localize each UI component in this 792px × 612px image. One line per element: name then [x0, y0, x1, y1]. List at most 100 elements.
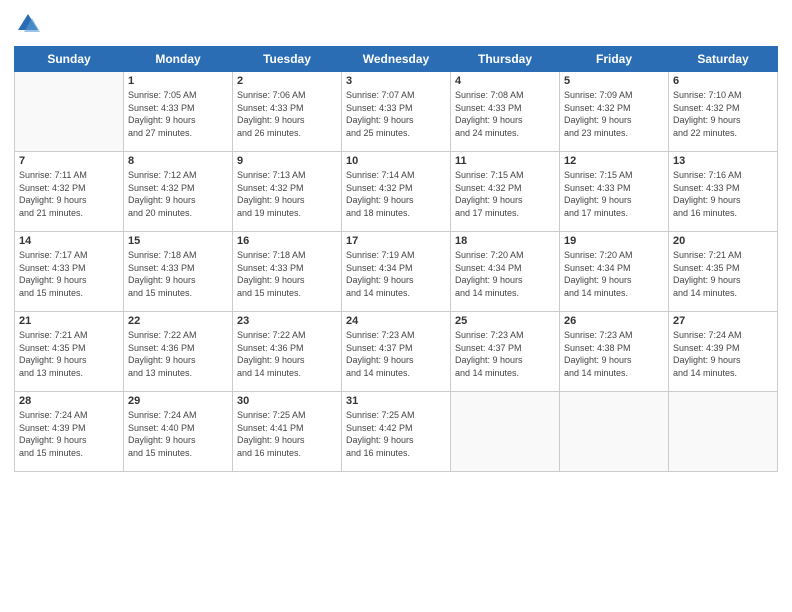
calendar-day-4: 4 Sunrise: 7:08 AM Sunset: 4:33 PM Daylig… — [451, 72, 560, 152]
calendar-header-wednesday: Wednesday — [342, 47, 451, 72]
calendar-week-1: 1 Sunrise: 7:05 AM Sunset: 4:33 PM Daylig… — [15, 72, 778, 152]
calendar-day-28: 28Sunrise: 7:24 AM Sunset: 4:39 PM Dayli… — [15, 392, 124, 472]
day-number: 5 — [564, 75, 664, 87]
calendar-day-19: 19 Sunrise: 7:20 AM Sunset: 4:34 PM Dayli… — [560, 232, 669, 312]
calendar-day-20: 20 Sunrise: 7:21 AM Sunset: 4:35 PM Dayli… — [669, 232, 778, 312]
calendar-day-8: 8 Sunrise: 7:12 AM Sunset: 4:32 PM Daylig… — [124, 152, 233, 232]
day-info: Sunrise: 7:23 AM Sunset: 4:37 PM Dayligh… — [455, 329, 555, 379]
day-number: 18 — [455, 235, 555, 247]
day-number: 10 — [346, 155, 446, 167]
calendar-day-11: 11Sunrise: 7:15 AM Sunset: 4:32 PM Dayli… — [451, 152, 560, 232]
calendar-day-18: 18 Sunrise: 7:20 AM Sunset: 4:34 PM Dayli… — [451, 232, 560, 312]
day-number: 21 — [19, 315, 119, 327]
calendar-day-31: 31 Sunrise: 7:25 AM Sunset: 4:42 PM Dayli… — [342, 392, 451, 472]
day-number: 1 — [128, 75, 228, 87]
day-number: 7 — [19, 155, 119, 167]
calendar-day-16: 16 Sunrise: 7:18 AM Sunset: 4:33 PM Dayli… — [233, 232, 342, 312]
calendar-day-17: 17Sunrise: 7:19 AM Sunset: 4:34 PM Dayli… — [342, 232, 451, 312]
day-number: 12 — [564, 155, 664, 167]
day-number: 28 — [19, 395, 119, 407]
day-info: Sunrise: 7:14 AM Sunset: 4:32 PM Dayligh… — [346, 169, 446, 219]
day-info: Sunrise: 7:23 AM Sunset: 4:38 PM Dayligh… — [564, 329, 664, 379]
day-number: 22 — [128, 315, 228, 327]
calendar-header-friday: Friday — [560, 47, 669, 72]
calendar-header-tuesday: Tuesday — [233, 47, 342, 72]
calendar-day-27: 27 Sunrise: 7:24 AM Sunset: 4:39 PM Dayli… — [669, 312, 778, 392]
day-info: Sunrise: 7:10 AM Sunset: 4:32 PM Dayligh… — [673, 89, 773, 139]
calendar-table: SundayMondayTuesdayWednesdayThursdayFrid… — [14, 46, 778, 472]
calendar-day-7: 7 Sunrise: 7:11 AM Sunset: 4:32 PM Daylig… — [15, 152, 124, 232]
day-info: Sunrise: 7:24 AM Sunset: 4:40 PM Dayligh… — [128, 409, 228, 459]
day-info: Sunrise: 7:07 AM Sunset: 4:33 PM Dayligh… — [346, 89, 446, 139]
day-number: 19 — [564, 235, 664, 247]
day-info: Sunrise: 7:17 AM Sunset: 4:33 PM Dayligh… — [19, 249, 119, 299]
day-info: Sunrise: 7:21 AM Sunset: 4:35 PM Dayligh… — [673, 249, 773, 299]
calendar-day-21: 21Sunrise: 7:21 AM Sunset: 4:35 PM Dayli… — [15, 312, 124, 392]
day-number: 24 — [346, 315, 446, 327]
calendar-day-3: 3 Sunrise: 7:07 AM Sunset: 4:33 PM Daylig… — [342, 72, 451, 152]
logo — [14, 10, 46, 38]
calendar-day-5: 5 Sunrise: 7:09 AM Sunset: 4:32 PM Daylig… — [560, 72, 669, 152]
day-info: Sunrise: 7:06 AM Sunset: 4:33 PM Dayligh… — [237, 89, 337, 139]
day-number: 8 — [128, 155, 228, 167]
day-info: Sunrise: 7:15 AM Sunset: 4:33 PM Dayligh… — [564, 169, 664, 219]
day-info: Sunrise: 7:09 AM Sunset: 4:32 PM Dayligh… — [564, 89, 664, 139]
calendar-day-2: 2 Sunrise: 7:06 AM Sunset: 4:33 PM Daylig… — [233, 72, 342, 152]
header — [14, 10, 778, 38]
calendar-day-30: 30Sunrise: 7:25 AM Sunset: 4:41 PM Dayli… — [233, 392, 342, 472]
day-info: Sunrise: 7:20 AM Sunset: 4:34 PM Dayligh… — [564, 249, 664, 299]
calendar-header-thursday: Thursday — [451, 47, 560, 72]
day-number: 31 — [346, 395, 446, 407]
day-number: 23 — [237, 315, 337, 327]
day-number: 4 — [455, 75, 555, 87]
day-info: Sunrise: 7:18 AM Sunset: 4:33 PM Dayligh… — [128, 249, 228, 299]
day-info: Sunrise: 7:24 AM Sunset: 4:39 PM Dayligh… — [673, 329, 773, 379]
day-info: Sunrise: 7:20 AM Sunset: 4:34 PM Dayligh… — [455, 249, 555, 299]
day-info: Sunrise: 7:08 AM Sunset: 4:33 PM Dayligh… — [455, 89, 555, 139]
day-info: Sunrise: 7:25 AM Sunset: 4:42 PM Dayligh… — [346, 409, 446, 459]
day-number: 16 — [237, 235, 337, 247]
calendar-day-empty — [560, 392, 669, 472]
calendar-day-29: 29 Sunrise: 7:24 AM Sunset: 4:40 PM Dayli… — [124, 392, 233, 472]
calendar-day-13: 13 Sunrise: 7:16 AM Sunset: 4:33 PM Dayli… — [669, 152, 778, 232]
day-info: Sunrise: 7:22 AM Sunset: 4:36 PM Dayligh… — [237, 329, 337, 379]
day-number: 26 — [564, 315, 664, 327]
day-number: 20 — [673, 235, 773, 247]
day-info: Sunrise: 7:15 AM Sunset: 4:32 PM Dayligh… — [455, 169, 555, 219]
day-number: 27 — [673, 315, 773, 327]
calendar-week-2: 7 Sunrise: 7:11 AM Sunset: 4:32 PM Daylig… — [15, 152, 778, 232]
calendar-day-6: 6Sunrise: 7:10 AM Sunset: 4:32 PM Daylig… — [669, 72, 778, 152]
day-number: 15 — [128, 235, 228, 247]
calendar-day-9: 9Sunrise: 7:13 AM Sunset: 4:32 PM Daylig… — [233, 152, 342, 232]
day-info: Sunrise: 7:11 AM Sunset: 4:32 PM Dayligh… — [19, 169, 119, 219]
day-number: 3 — [346, 75, 446, 87]
day-number: 13 — [673, 155, 773, 167]
calendar-day-empty — [451, 392, 560, 472]
day-info: Sunrise: 7:18 AM Sunset: 4:33 PM Dayligh… — [237, 249, 337, 299]
day-info: Sunrise: 7:25 AM Sunset: 4:41 PM Dayligh… — [237, 409, 337, 459]
calendar-header-saturday: Saturday — [669, 47, 778, 72]
day-number: 14 — [19, 235, 119, 247]
calendar-day-12: 12 Sunrise: 7:15 AM Sunset: 4:33 PM Dayli… — [560, 152, 669, 232]
calendar-header-monday: Monday — [124, 47, 233, 72]
calendar-day-23: 23 Sunrise: 7:22 AM Sunset: 4:36 PM Dayli… — [233, 312, 342, 392]
calendar-day-14: 14 Sunrise: 7:17 AM Sunset: 4:33 PM Dayli… — [15, 232, 124, 312]
calendar-day-empty — [15, 72, 124, 152]
day-number: 29 — [128, 395, 228, 407]
calendar-day-25: 25Sunrise: 7:23 AM Sunset: 4:37 PM Dayli… — [451, 312, 560, 392]
calendar-week-5: 28Sunrise: 7:24 AM Sunset: 4:39 PM Dayli… — [15, 392, 778, 472]
calendar-day-10: 10 Sunrise: 7:14 AM Sunset: 4:32 PM Dayli… — [342, 152, 451, 232]
calendar-day-1: 1 Sunrise: 7:05 AM Sunset: 4:33 PM Daylig… — [124, 72, 233, 152]
day-number: 2 — [237, 75, 337, 87]
logo-icon — [14, 10, 42, 38]
day-info: Sunrise: 7:16 AM Sunset: 4:33 PM Dayligh… — [673, 169, 773, 219]
day-info: Sunrise: 7:13 AM Sunset: 4:32 PM Dayligh… — [237, 169, 337, 219]
day-info: Sunrise: 7:05 AM Sunset: 4:33 PM Dayligh… — [128, 89, 228, 139]
calendar-week-3: 14 Sunrise: 7:17 AM Sunset: 4:33 PM Dayli… — [15, 232, 778, 312]
calendar-day-22: 22 Sunrise: 7:22 AM Sunset: 4:36 PM Dayli… — [124, 312, 233, 392]
calendar-header-row: SundayMondayTuesdayWednesdayThursdayFrid… — [15, 47, 778, 72]
page: SundayMondayTuesdayWednesdayThursdayFrid… — [0, 0, 792, 612]
day-info: Sunrise: 7:22 AM Sunset: 4:36 PM Dayligh… — [128, 329, 228, 379]
day-info: Sunrise: 7:23 AM Sunset: 4:37 PM Dayligh… — [346, 329, 446, 379]
day-info: Sunrise: 7:12 AM Sunset: 4:32 PM Dayligh… — [128, 169, 228, 219]
